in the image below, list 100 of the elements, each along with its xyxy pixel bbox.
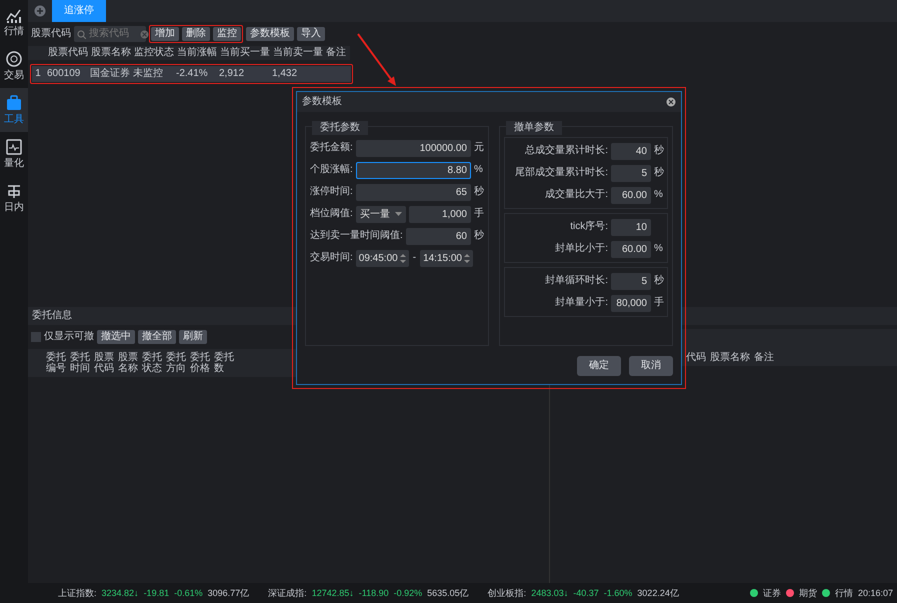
unit-label: 秒	[474, 230, 484, 242]
action-button[interactable]: 撤选中	[97, 330, 135, 344]
coin-icon	[5, 50, 23, 68]
unit-label: %	[474, 164, 484, 176]
index-change: -40.37	[573, 588, 599, 598]
turnover: 5635.05亿	[427, 588, 469, 598]
index-name: 深证成指:	[268, 588, 307, 598]
field-label: 股票代码	[31, 28, 71, 40]
input-field[interactable]: 5	[611, 164, 651, 182]
sidebar-item[interactable]: 行情	[0, 0, 28, 44]
index-change: -19.81	[144, 588, 170, 598]
input-field[interactable]: 60	[406, 228, 471, 244]
column-header: 当前卖一量	[273, 47, 323, 59]
table-cell-text: 1,432	[272, 68, 298, 80]
time-field[interactable]: 09:45:00	[356, 250, 409, 266]
monitor-icon	[5, 138, 23, 156]
field-label: 封单量小于:	[554, 297, 608, 309]
table-cell-text: 未监控	[133, 68, 164, 80]
spinner-icon	[400, 254, 406, 262]
field-label: 个股涨幅:	[310, 164, 353, 176]
input-field[interactable]: 80,000	[611, 294, 651, 312]
column-header: 股票名称	[710, 352, 750, 363]
field-label: 成交量比大于:	[544, 189, 608, 201]
briefcase-icon	[5, 94, 23, 112]
index-percent: -1.60%	[604, 588, 632, 598]
input-field[interactable]: 40	[611, 142, 651, 160]
unit-label: %	[654, 243, 664, 255]
toolbar-button[interactable]: 导入	[297, 27, 325, 41]
column-header: 备注	[326, 47, 346, 59]
unit-label: 手	[654, 297, 664, 309]
field-label: tick序号:	[569, 221, 608, 233]
index-price: 12742.85↓	[312, 588, 354, 598]
status-label: 行情	[834, 588, 853, 598]
column-header: 委托方向	[166, 352, 186, 374]
unit-label: 手	[474, 208, 484, 220]
field-label: 委托金额:	[310, 142, 353, 154]
time-value: 09:45:00	[358, 252, 398, 266]
separator: -	[412, 252, 416, 264]
search-icon	[77, 30, 86, 38]
clear-icon	[140, 30, 149, 38]
input-field[interactable]: 60.00	[611, 240, 651, 258]
toolbar-button[interactable]: 删除	[182, 27, 210, 41]
sidebar-item[interactable]: 交易	[0, 44, 28, 88]
index-percent: -0.61%	[174, 588, 203, 598]
dialog-button[interactable]: 取消	[629, 356, 673, 376]
index-price: 3234.82↓	[102, 588, 139, 598]
spinner-icon	[464, 254, 470, 262]
toolbar-button[interactable]: 监控	[213, 27, 241, 41]
input-field[interactable]: 1,000	[408, 206, 471, 222]
input-field[interactable]: 5	[611, 272, 651, 290]
table-cell-text: 2,912	[219, 68, 246, 80]
group-title: 撤单参数	[506, 121, 562, 135]
column-header: 股票名称	[118, 352, 138, 374]
checkbox[interactable]	[31, 332, 41, 342]
input-field[interactable]: 8.80	[356, 162, 471, 178]
caret-icon	[394, 212, 402, 216]
toolbar-button[interactable]: 参数模板	[246, 27, 294, 41]
input-field[interactable]: 60.00	[611, 186, 651, 204]
column-header: 委托时间	[70, 352, 90, 374]
turnover: 3096.77亿	[208, 588, 250, 598]
unit-label: 秒	[654, 167, 664, 179]
input-field[interactable]: 65	[356, 184, 471, 200]
field-label: 封单比小于:	[554, 243, 608, 255]
input-field[interactable]: 10	[611, 218, 651, 236]
column-header: 监控状态	[134, 47, 174, 59]
input-field[interactable]: 100000.00	[356, 140, 471, 156]
unit-label: 秒	[654, 145, 664, 157]
unit-label: 元	[474, 142, 484, 154]
add-icon	[34, 5, 46, 17]
row-number: 1	[34, 68, 42, 80]
unit-label: 秒	[654, 275, 664, 287]
select-field[interactable]: 买一量	[356, 206, 406, 222]
status-label: 证券	[762, 588, 781, 598]
index-name: 创业板指:	[488, 588, 526, 598]
dialog-button[interactable]: 确定	[577, 356, 621, 376]
action-button[interactable]: 撤全部	[138, 330, 176, 344]
column-header: 股票代码	[48, 47, 88, 59]
search-field[interactable]: 搜索代码	[74, 26, 146, 42]
column-header: 股票名称	[91, 47, 131, 59]
table-cell: 国金证券	[90, 68, 130, 80]
turnover: 3022.24亿	[637, 588, 679, 598]
table-row[interactable]: 1 600109 国金证券 未监控 -2.41% 2,912 1,432	[32, 66, 351, 82]
index-change: -118.90	[358, 588, 389, 598]
column-header: 代码	[686, 352, 706, 363]
index-percent: -0.92%	[394, 588, 422, 598]
column-header: 委托价格	[190, 352, 210, 374]
field-label: 档位阈值:	[310, 208, 353, 220]
dialog-title: 参数模板	[302, 96, 342, 108]
column-header: 股票代码	[94, 352, 114, 374]
index-price: 2483.03↓	[531, 588, 568, 598]
close-icon	[666, 97, 676, 107]
sidebar-item[interactable]: 量化	[0, 132, 28, 176]
action-button[interactable]: 刷新	[179, 330, 207, 344]
sidebar-item[interactable]: 工具	[0, 88, 28, 132]
sidebar-item[interactable]: 日内	[0, 176, 28, 220]
time-field[interactable]: 14:15:00	[420, 250, 473, 266]
clock-time: 20:16:07	[858, 588, 893, 598]
field-label: 交易时间:	[310, 252, 353, 264]
toolbar-button[interactable]: 增加	[151, 27, 179, 41]
table-cell-text: -2.41%	[176, 68, 209, 80]
